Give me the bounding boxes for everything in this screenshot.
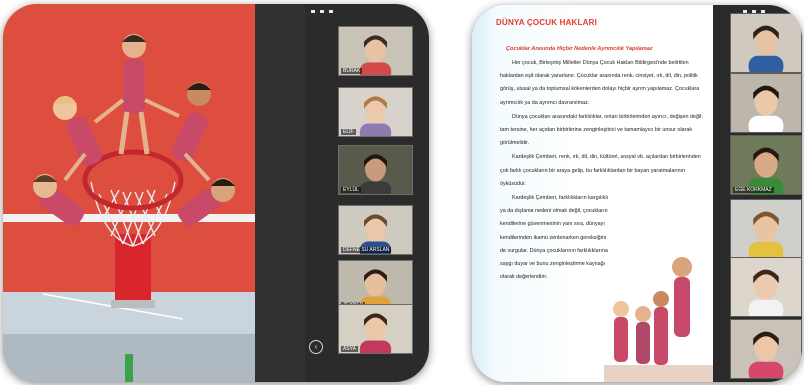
- participant-name: ASYA: [341, 346, 358, 352]
- paragraph-1: Her çocuk, Birleşmiş Milletler Dünya Çoc…: [500, 60, 700, 106]
- paragraph-4: Kardeşlik Çemberi, farklılıkların kargıl…: [500, 195, 609, 281]
- participant-strip-right: EGE KORKMAZ: [713, 5, 802, 382]
- participant-video-tile[interactable]: ASYA: [338, 304, 413, 354]
- children-illustration: [604, 257, 714, 382]
- page-subtitle: Çocuklar Arasında Hiçbir Nedenle Ayrımcı…: [506, 46, 653, 52]
- participant-video-tile[interactable]: [730, 319, 802, 379]
- participant-name: EYLÜL: [341, 187, 361, 193]
- participant-video-tile[interactable]: ELİF: [338, 87, 413, 137]
- participant-video-tile[interactable]: [730, 13, 802, 73]
- illustration-drawing: [3, 4, 255, 382]
- participant-video-tile[interactable]: [730, 199, 802, 259]
- page-title: DÜNYA ÇOCUK HAKLARI: [496, 18, 597, 27]
- participant-name: ELİF: [341, 129, 356, 135]
- book-page: DÜNYA ÇOCUK HAKLARI Çocuklar Arasında Hi…: [472, 5, 714, 382]
- participant-video-tile[interactable]: EYLÜL: [338, 145, 413, 195]
- participant-name: EGE KORKMAZ: [733, 187, 774, 193]
- participant-video-tile[interactable]: ZEYNEP: [338, 260, 413, 310]
- collapse-icon[interactable]: ‹: [309, 340, 323, 354]
- left-screenshot: BURAKELİFEYLÜLDEFNE SU ARSLANZEYNEPASYA …: [3, 4, 429, 382]
- window-controls[interactable]: [311, 10, 333, 13]
- participant-strip: BURAKELİFEYLÜLDEFNE SU ARSLANZEYNEPASYA …: [305, 4, 429, 382]
- screen-gap: [255, 4, 305, 382]
- participant-name: BURAK: [341, 68, 363, 74]
- paragraph-2: Dünya çocukları arasındaki farklılıklar,…: [500, 113, 703, 147]
- participant-video-tile[interactable]: [730, 73, 802, 133]
- participant-video-tile[interactable]: EGE KORKMAZ: [730, 135, 802, 195]
- right-screenshot: DÜNYA ÇOCUK HAKLARI Çocuklar Arasında Hi…: [472, 5, 802, 382]
- participant-name: DEFNE SU ARSLAN: [341, 247, 392, 253]
- basketball-illustration: [3, 4, 255, 382]
- participant-video-tile[interactable]: DEFNE SU ARSLAN: [338, 205, 413, 255]
- participant-video-tile[interactable]: BURAK: [338, 26, 413, 76]
- participant-video-tile[interactable]: [730, 257, 802, 317]
- paragraph-3: Kardeşlik Çemberi, renk, ırk, dil, din, …: [500, 154, 701, 187]
